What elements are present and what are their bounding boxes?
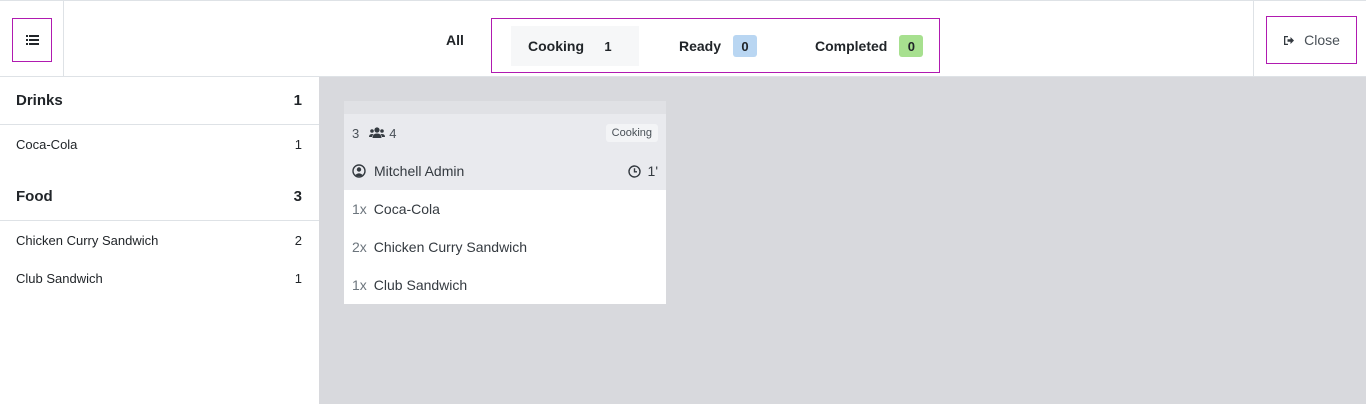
- product-name: Coca-Cola: [16, 136, 78, 152]
- category-group-drinks: Drinks 1 Coca-Cola 1: [0, 77, 319, 173]
- elapsed-time-value: 1': [647, 163, 658, 179]
- order-status-badge: Cooking: [605, 124, 658, 142]
- list-icon: [25, 35, 39, 45]
- product-summary-sidebar: Drinks 1 Coca-Cola 1 Food 3 Chicken Curr…: [0, 77, 319, 404]
- order-number: 3: [352, 125, 360, 141]
- order-card-header: 3 4 Cooking Mitchell Admin 1': [344, 114, 666, 190]
- order-line[interactable]: 1x Coca-Cola: [344, 190, 666, 228]
- completed-count-badge: 0: [899, 35, 924, 57]
- tab-completed-label: Completed: [815, 38, 888, 54]
- order-card-top-strip: [344, 101, 666, 114]
- order-line-name: Club Sandwich: [373, 277, 468, 293]
- guest-count: 4: [389, 125, 397, 141]
- tab-ready-label: Ready: [679, 38, 722, 54]
- menu-toggle-button[interactable]: [12, 18, 52, 62]
- category-name: Food: [16, 188, 53, 205]
- category-count: 3: [293, 188, 302, 205]
- order-line-qty: 1x: [352, 201, 367, 217]
- close-cell: Close: [1253, 1, 1366, 77]
- menu-cell: [0, 1, 64, 77]
- category-name: Drinks: [16, 92, 63, 109]
- tab-cooking[interactable]: Cooking 1: [511, 26, 639, 66]
- order-line[interactable]: 2x Chicken Curry Sandwich: [344, 228, 666, 266]
- close-button[interactable]: Close: [1266, 16, 1357, 64]
- sign-out-icon: [1283, 35, 1295, 46]
- order-card[interactable]: 3 4 Cooking Mitchell Admin 1' 1x Coca-Co…: [344, 101, 666, 304]
- status-tab-group: Cooking 1 Ready 0 Completed 0: [491, 18, 940, 73]
- tab-all-label: All: [446, 32, 464, 48]
- order-line-qty: 2x: [352, 239, 367, 255]
- category-header: Food 3: [0, 173, 319, 221]
- order-lines: 1x Coca-Cola 2x Chicken Curry Sandwich 1…: [344, 190, 666, 304]
- product-count: 2: [294, 232, 302, 248]
- order-line-name: Coca-Cola: [373, 201, 440, 217]
- elapsed-time: 1': [627, 163, 658, 179]
- users-icon: [369, 127, 386, 139]
- order-line-qty: 1x: [352, 277, 367, 293]
- user-circle-icon: [352, 164, 366, 178]
- close-button-label: Close: [1304, 32, 1340, 48]
- order-line[interactable]: 1x Club Sandwich: [344, 266, 666, 304]
- category-group-food: Food 3 Chicken Curry Sandwich 2 Club San…: [0, 173, 319, 307]
- ready-count-badge: 0: [733, 35, 758, 57]
- orders-area: 3 4 Cooking Mitchell Admin 1' 1x Coca-Co…: [319, 77, 1366, 404]
- category-header: Drinks 1: [0, 77, 319, 125]
- order-user-name: Mitchell Admin: [374, 163, 465, 179]
- product-count: 1: [294, 270, 302, 286]
- product-row[interactable]: Coca-Cola 1: [0, 125, 319, 163]
- category-count: 1: [293, 92, 302, 109]
- top-bar: All Cooking 1 Ready 0 Completed 0 Close: [0, 0, 1366, 77]
- product-name: Club Sandwich: [16, 270, 103, 286]
- tab-completed[interactable]: Completed 0: [815, 26, 924, 66]
- product-row[interactable]: Chicken Curry Sandwich 2: [0, 221, 319, 259]
- tab-all[interactable]: All: [436, 26, 474, 54]
- product-count: 1: [294, 136, 302, 152]
- order-line-name: Chicken Curry Sandwich: [373, 239, 528, 255]
- product-row[interactable]: Club Sandwich 1: [0, 259, 319, 297]
- cooking-count-badge: 1: [604, 38, 612, 54]
- product-name: Chicken Curry Sandwich: [16, 232, 159, 248]
- tab-ready[interactable]: Ready 0: [679, 26, 758, 66]
- clock-icon: [627, 164, 641, 178]
- tab-cooking-label: Cooking: [528, 38, 584, 54]
